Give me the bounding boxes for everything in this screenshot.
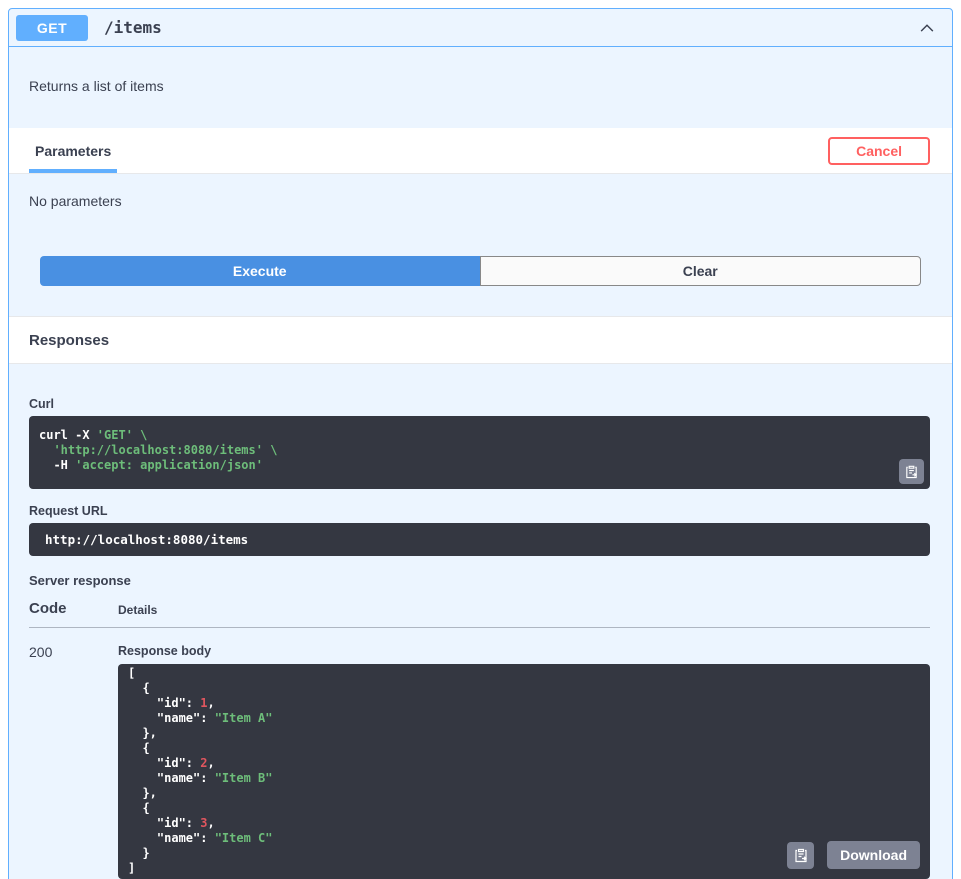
no-parameters-text: No parameters [29, 193, 932, 209]
server-response-table: Code Details 200 Response body [ { "id":… [29, 600, 930, 879]
status-code: 200 [29, 644, 118, 879]
response-details: Response body [ { "id": 1, "name": "Item… [118, 644, 930, 879]
tab-parameters-label: Parameters [35, 143, 111, 159]
details-column-header: Details [118, 600, 930, 617]
curl-command-block: curl -X 'GET' \ 'http://localhost:8080/i… [29, 416, 930, 489]
copy-curl-button[interactable] [899, 459, 924, 484]
response-table-header: Code Details [29, 600, 930, 628]
responses-section-header: Responses [9, 316, 952, 364]
copy-response-button[interactable] [787, 842, 814, 869]
clear-button[interactable]: Clear [480, 256, 922, 286]
execute-button[interactable]: Execute [40, 256, 480, 286]
endpoint-header[interactable]: GET /items [9, 9, 952, 47]
clipboard-icon [793, 847, 809, 863]
chevron-up-icon [918, 19, 936, 37]
parameters-section: No parameters Execute Clear [9, 174, 952, 316]
response-body-controls: Download [787, 841, 920, 869]
http-method-badge: GET [16, 15, 88, 41]
collapse-button[interactable] [915, 16, 939, 40]
responses-section: Curl curl -X 'GET' \ 'http://localhost:8… [9, 364, 952, 879]
execute-button-group: Execute Clear [40, 256, 921, 286]
curl-label: Curl [29, 397, 930, 411]
tab-parameters[interactable]: Parameters [29, 128, 117, 173]
response-row-200: 200 Response body [ { "id": 1, "name": "… [29, 628, 930, 879]
curl-command-text: curl -X 'GET' \ 'http://localhost:8080/i… [39, 428, 920, 473]
code-column-header: Code [29, 600, 118, 617]
opblock-get-items: GET /items Returns a list of items Param… [8, 8, 953, 879]
response-body-label: Response body [118, 644, 930, 658]
request-url-block: http://localhost:8080/items [29, 523, 930, 556]
tab-header: Parameters Cancel [9, 128, 952, 174]
download-button[interactable]: Download [827, 841, 920, 869]
request-url-label: Request URL [29, 504, 930, 518]
response-body-block: [ { "id": 1, "name": "Item A" }, { "id":… [118, 664, 930, 879]
cancel-button[interactable]: Cancel [828, 137, 930, 165]
server-response-label: Server response [29, 573, 930, 588]
responses-title: Responses [29, 332, 109, 349]
request-url-text: http://localhost:8080/items [45, 532, 248, 547]
clipboard-icon [904, 464, 919, 479]
endpoint-description: Returns a list of items [9, 47, 952, 128]
endpoint-path: /items [104, 18, 162, 37]
